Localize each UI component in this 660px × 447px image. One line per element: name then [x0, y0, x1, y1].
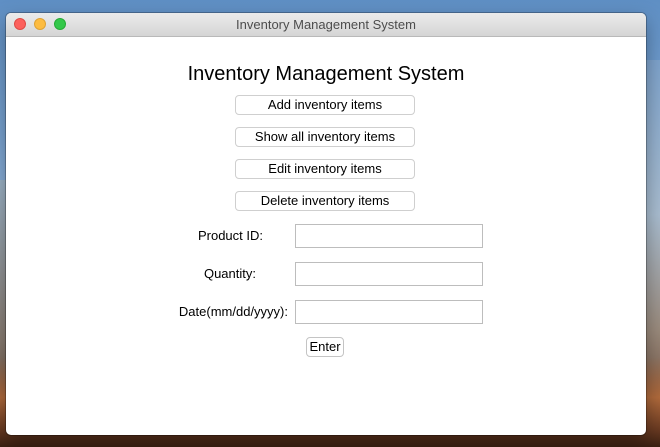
page-title: Inventory Management System [187, 63, 465, 85]
window-title: Inventory Management System [236, 17, 416, 32]
app-window: Inventory Management System Inventory Ma… [6, 13, 646, 435]
add-inventory-button[interactable]: Add inventory items [235, 95, 415, 115]
date-field[interactable] [295, 300, 483, 324]
show-inventory-button[interactable]: Show all inventory items [235, 127, 415, 147]
enter-button[interactable]: Enter [306, 337, 344, 357]
quantity-label: Quantity: [203, 266, 256, 281]
date-label: Date(mm/dd/yyyy): [178, 304, 288, 319]
edit-inventory-button[interactable]: Edit inventory items [235, 159, 415, 179]
quantity-field[interactable] [295, 262, 483, 286]
product-id-label: Product ID: [197, 228, 263, 243]
product-id-field[interactable] [295, 224, 483, 248]
delete-inventory-button[interactable]: Delete inventory items [235, 191, 415, 211]
title-bar[interactable]: Inventory Management System [6, 13, 646, 37]
